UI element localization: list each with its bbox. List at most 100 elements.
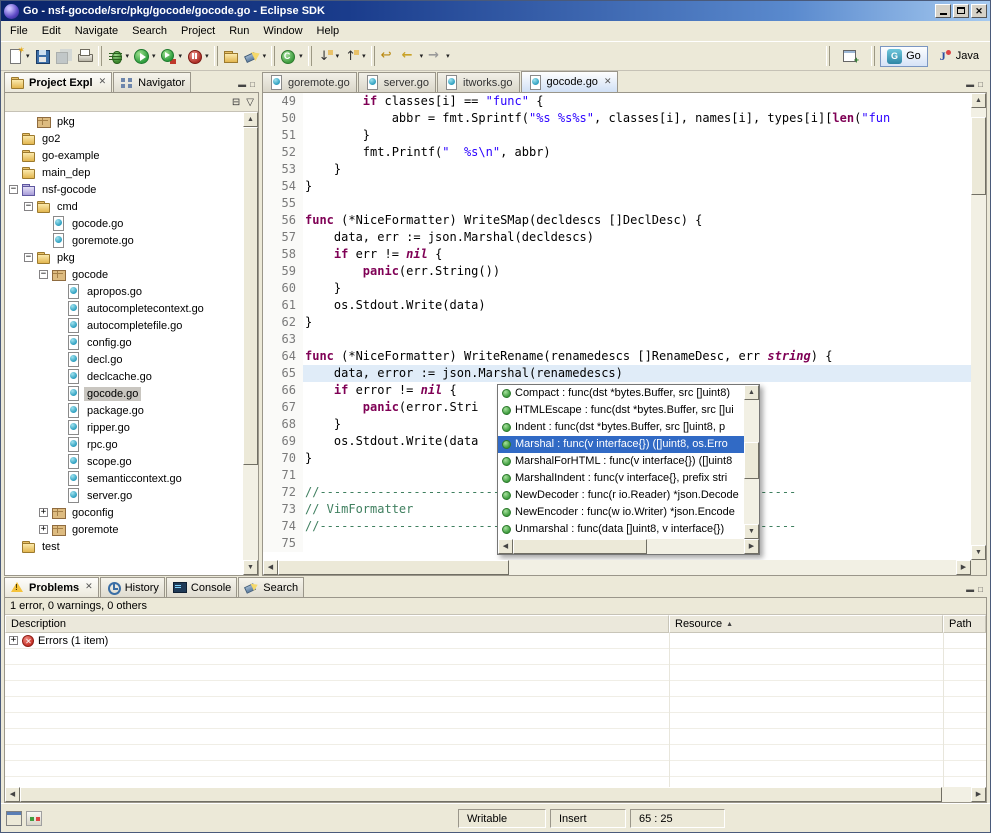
autocomplete-item[interactable]: HTMLEscape : func(dst *bytes.Buffer, src… — [498, 402, 744, 419]
tree-item-autocompletefile.go[interactable]: autocompletefile.go — [5, 317, 243, 334]
code-line-60[interactable]: 60 } — [263, 280, 971, 297]
tree-item-gocode[interactable]: −gocode — [5, 266, 243, 283]
java-perspective-button[interactable]: Java — [930, 46, 986, 67]
tree-item-gocode.go[interactable]: gocode.go — [5, 215, 243, 232]
scrollbar-thumb[interactable] — [744, 442, 759, 479]
tree-item-rpc.go[interactable]: rpc.go — [5, 436, 243, 453]
editor-scrollbar[interactable]: ▲ ▼ — [971, 93, 986, 560]
title-bar[interactable]: Go - nsf-gocode/src/pkg/gocode/gocode.go… — [1, 1, 990, 21]
editor-tab-goremote.go[interactable]: goremote.go — [262, 72, 357, 92]
tree-item-ripper.go[interactable]: ripper.go — [5, 419, 243, 436]
code-line-59[interactable]: 59 panic(err.String()) — [263, 263, 971, 280]
profile-button[interactable]: ▾ — [184, 44, 211, 68]
editor-tab-itworks.go[interactable]: itworks.go — [437, 72, 520, 92]
tree-item-apropos.go[interactable]: apropos.go — [5, 283, 243, 300]
code-line-57[interactable]: 57 data, err := json.Marshal(decldescs) — [263, 229, 971, 246]
tree-item-pkg[interactable]: pkg — [5, 113, 243, 130]
autocomplete-item[interactable]: MarshalIndent : func(v interface{}, pref… — [498, 470, 744, 487]
maximize-button[interactable] — [953, 4, 969, 18]
new-button[interactable]: ▾ — [5, 44, 32, 68]
previous-annotation-button[interactable]: ▾ — [341, 44, 368, 68]
tree-item-decl.go[interactable]: decl.go — [5, 351, 243, 368]
close-button[interactable]: ✕ — [971, 4, 987, 18]
dropdown-arrow-icon[interactable]: ▾ — [25, 52, 30, 60]
dropdown-arrow-icon[interactable]: ▾ — [178, 52, 183, 60]
code-line-55[interactable]: 55 — [263, 195, 971, 212]
code-line-53[interactable]: 53 } — [263, 161, 971, 178]
scroll-up-icon[interactable]: ▲ — [243, 112, 258, 127]
menu-file[interactable]: File — [3, 22, 35, 40]
tree-item-main_dep[interactable]: main_dep — [5, 164, 243, 181]
tab-search[interactable]: Search — [238, 577, 304, 597]
scroll-right-icon[interactable]: ▶ — [971, 787, 986, 802]
scroll-down-icon[interactable]: ▼ — [971, 545, 986, 560]
maximize-editor-icon[interactable]: □ — [978, 80, 983, 89]
scroll-right-icon[interactable]: ▶ — [956, 560, 971, 575]
column-header-description[interactable]: Description — [5, 615, 669, 633]
scrollbar-track[interactable] — [243, 127, 258, 560]
next-annotation-button[interactable]: ▾ — [315, 44, 342, 68]
expand-icon[interactable]: + — [39, 525, 48, 534]
scroll-down-icon[interactable]: ▼ — [744, 524, 759, 539]
fast-view-icon[interactable] — [6, 811, 22, 826]
autocomplete-item[interactable]: NewDecoder : func(r io.Reader) *json.Dec… — [498, 487, 744, 504]
tree-item-go-example[interactable]: go-example — [5, 147, 243, 164]
code-line-58[interactable]: 58 if err != nil { — [263, 246, 971, 263]
scroll-left-icon[interactable]: ◀ — [498, 539, 513, 554]
menu-help[interactable]: Help — [310, 22, 347, 40]
tab-navigator[interactable]: Navigator — [113, 72, 191, 92]
dropdown-arrow-icon[interactable]: ▾ — [151, 52, 156, 60]
autocomplete-item[interactable]: Compact : func(dst *bytes.Buffer, src []… — [498, 385, 744, 402]
dropdown-arrow-icon[interactable]: ▾ — [445, 52, 450, 60]
maximize-view-icon[interactable]: □ — [250, 80, 255, 89]
minimize-view-icon[interactable]: ▬ — [238, 80, 246, 89]
collapse-all-icon[interactable]: ⊟ — [232, 97, 240, 108]
tree-item-pkg[interactable]: −pkg — [5, 249, 243, 266]
minimize-button[interactable] — [935, 4, 951, 18]
menu-navigate[interactable]: Navigate — [68, 22, 125, 40]
collapse-icon[interactable]: − — [24, 202, 33, 211]
dropdown-arrow-icon[interactable]: ▾ — [335, 52, 340, 60]
tree-item-semanticcontext.go[interactable]: semanticcontext.go — [5, 470, 243, 487]
tree-item-server.go[interactable]: server.go — [5, 487, 243, 504]
scrollbar-track[interactable] — [971, 108, 986, 545]
menu-project[interactable]: Project — [174, 22, 222, 40]
scroll-down-icon[interactable]: ▼ — [243, 560, 258, 575]
open-perspective-button[interactable] — [835, 45, 866, 68]
tree-item-declcache.go[interactable]: declcache.go — [5, 368, 243, 385]
tree-item-package.go[interactable]: package.go — [5, 402, 243, 419]
column-header-path[interactable]: Path — [943, 615, 986, 633]
collapse-icon[interactable]: − — [9, 185, 18, 194]
autocomplete-item[interactable]: Indent : func(dst *bytes.Buffer, src []u… — [498, 419, 744, 436]
new-class-button[interactable]: ▾ — [278, 44, 305, 68]
dropdown-arrow-icon[interactable]: ▾ — [361, 52, 366, 60]
column-header-resource[interactable]: Resource▲ — [669, 615, 943, 633]
tree-item-goconfig[interactable]: +goconfig — [5, 504, 243, 521]
menu-run[interactable]: Run — [222, 22, 256, 40]
collapse-icon[interactable]: − — [39, 270, 48, 279]
save-button[interactable] — [32, 44, 53, 68]
code-line-51[interactable]: 51 } — [263, 127, 971, 144]
tab-console[interactable]: Console — [166, 577, 237, 597]
scroll-left-icon[interactable]: ◀ — [5, 787, 20, 802]
scrollbar-thumb[interactable] — [513, 539, 647, 554]
code-line-61[interactable]: 61 os.Stdout.Write(data) — [263, 297, 971, 314]
editor-tab-gocode.go[interactable]: gocode.go✕ — [521, 71, 619, 92]
close-icon[interactable]: ✕ — [602, 78, 612, 87]
search-button[interactable]: ▾ — [242, 44, 269, 68]
tree-item-test[interactable]: test — [5, 538, 243, 555]
scrollbar-track[interactable] — [20, 787, 971, 802]
code-editor[interactable]: 49 if classes[i] == "func" {50 abbr = fm… — [263, 93, 971, 560]
debug-button[interactable]: ▾ — [105, 44, 132, 68]
code-line-64[interactable]: 64func (*NiceFormatter) WriteRename(rena… — [263, 348, 971, 365]
close-icon[interactable]: ✕ — [83, 583, 93, 592]
scroll-left-icon[interactable]: ◀ — [263, 560, 278, 575]
menu-window[interactable]: Window — [256, 22, 309, 40]
go-perspective-button[interactable]: Go — [880, 46, 928, 67]
autocomplete-item[interactable]: NewEncoder : func(w io.Writer) *json.Enc… — [498, 504, 744, 521]
menu-search[interactable]: Search — [125, 22, 174, 40]
tree-item-cmd[interactable]: −cmd — [5, 198, 243, 215]
back-button[interactable]: ▾ — [399, 44, 426, 68]
maximize-view-icon[interactable]: □ — [978, 585, 983, 594]
tree-item-scope.go[interactable]: scope.go — [5, 453, 243, 470]
